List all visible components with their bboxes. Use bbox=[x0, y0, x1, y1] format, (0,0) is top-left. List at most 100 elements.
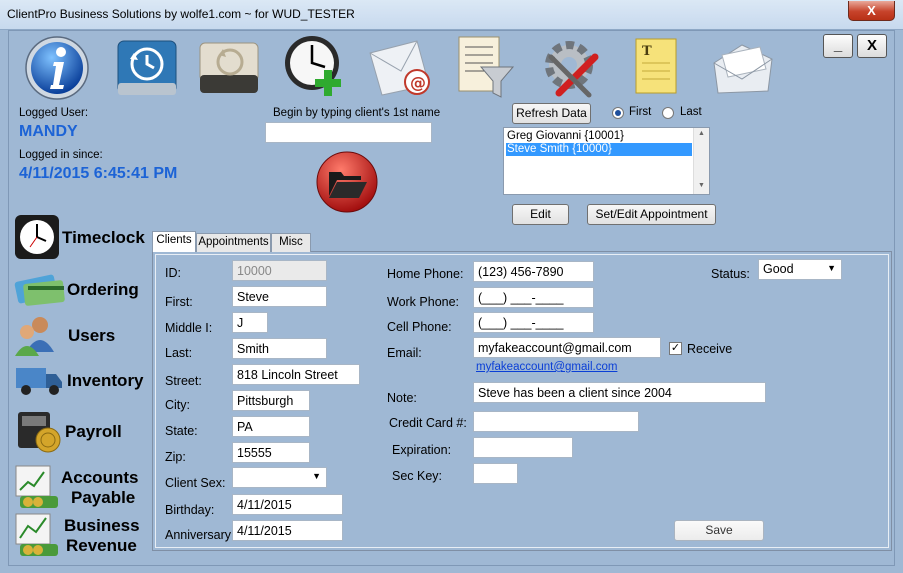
id-field bbox=[232, 260, 327, 281]
sidebar-item-label: Payroll bbox=[65, 422, 122, 441]
logged-since-label: Logged in since: bbox=[19, 149, 103, 161]
street-field[interactable] bbox=[232, 364, 360, 385]
sidebar-item-label-line2: Payable bbox=[71, 488, 136, 507]
tab-clients[interactable]: Clients bbox=[152, 231, 196, 252]
credit-card-label: Credit Card #: bbox=[389, 416, 467, 430]
payroll-icon bbox=[18, 412, 61, 453]
backup-icon[interactable] bbox=[112, 33, 182, 103]
credit-card-field[interactable] bbox=[473, 411, 639, 432]
anniversary-label: Anniversary: bbox=[165, 528, 235, 542]
work-phone-field[interactable] bbox=[473, 287, 594, 308]
email-link[interactable]: myfakeaccount@gmail.com bbox=[476, 361, 617, 373]
middle-initial-field[interactable] bbox=[232, 312, 268, 333]
first-label: First: bbox=[165, 295, 193, 309]
settings-tools-icon[interactable] bbox=[537, 33, 607, 103]
last-name-field[interactable] bbox=[232, 338, 327, 359]
users-icon bbox=[15, 317, 54, 356]
refresh-data-button[interactable]: Refresh Data bbox=[512, 103, 591, 124]
open-folder-icon[interactable] bbox=[315, 150, 379, 214]
email-field[interactable] bbox=[473, 337, 661, 358]
first-name-field[interactable] bbox=[232, 286, 327, 307]
open-mail-icon[interactable] bbox=[708, 33, 778, 103]
ordering-icon bbox=[14, 274, 65, 306]
sidebar-item-label-line1: Accounts bbox=[61, 468, 139, 487]
note-field[interactable] bbox=[473, 382, 766, 403]
save-button[interactable]: Save bbox=[674, 520, 764, 541]
sidebar-item-inventory[interactable]: Inventory bbox=[14, 364, 144, 400]
sidebar-item-ordering[interactable]: Ordering bbox=[14, 272, 144, 310]
anniversary-field[interactable] bbox=[232, 520, 343, 541]
sort-first-radio[interactable] bbox=[612, 107, 624, 119]
receive-checkbox[interactable]: ✓ bbox=[669, 342, 682, 355]
client-sex-select[interactable]: ▼ bbox=[232, 467, 327, 488]
birthday-field[interactable] bbox=[232, 494, 343, 515]
client-sex-label: Client Sex: bbox=[165, 476, 226, 490]
scroll-down-icon[interactable]: ▼ bbox=[698, 182, 705, 189]
sec-key-field[interactable] bbox=[473, 463, 518, 484]
note-label: Note: bbox=[387, 391, 417, 405]
close-button[interactable]: X bbox=[857, 34, 887, 58]
expiration-field[interactable] bbox=[473, 437, 573, 458]
tab-misc[interactable]: Misc bbox=[271, 233, 311, 252]
logged-user-label: Logged User: bbox=[19, 107, 89, 119]
work-phone-label: Work Phone: bbox=[387, 295, 460, 309]
sidebar-item-label: Ordering bbox=[67, 280, 139, 299]
logged-user-value: MANDY bbox=[19, 123, 78, 140]
client-list-item[interactable]: Greg Giovanni {10001} bbox=[506, 130, 692, 143]
sidebar-item-payroll[interactable]: Payroll bbox=[14, 408, 144, 454]
svg-text:@: @ bbox=[410, 73, 426, 92]
window-close-button[interactable]: X bbox=[848, 1, 895, 21]
receive-label: Receive bbox=[687, 342, 733, 356]
edit-button[interactable]: Edit bbox=[512, 204, 569, 225]
sidebar-item-users[interactable]: Users bbox=[14, 314, 144, 356]
add-clock-icon[interactable] bbox=[280, 31, 350, 101]
client-search-input[interactable] bbox=[265, 122, 432, 143]
client-list-scrollbar[interactable]: ▲ ▼ bbox=[693, 128, 709, 194]
email-label: Email: bbox=[387, 346, 422, 360]
sort-first-label: First bbox=[629, 106, 652, 118]
minimize-button[interactable]: _ bbox=[823, 34, 853, 58]
sidebar-item-timeclock[interactable]: Timeclock bbox=[14, 214, 145, 260]
middle-label: Middle I: bbox=[165, 321, 213, 335]
tab-appointments[interactable]: Appointments bbox=[196, 233, 271, 252]
zip-field[interactable] bbox=[232, 442, 310, 463]
sidebar-item-label: Users bbox=[68, 326, 116, 345]
birthday-label: Birthday: bbox=[165, 503, 215, 517]
sidebar-item-accounts-payable[interactable]: Accounts Payable bbox=[14, 464, 144, 512]
status-value: Good bbox=[763, 262, 794, 276]
expiration-label: Expiration: bbox=[392, 443, 452, 457]
sort-last-radio[interactable] bbox=[662, 107, 674, 119]
info-icon[interactable] bbox=[22, 33, 92, 103]
id-label: ID: bbox=[165, 266, 181, 280]
status-select[interactable]: Good ▼ bbox=[758, 259, 842, 280]
client-list[interactable]: Greg Giovanni {10001} Steve Smith {10000… bbox=[503, 127, 710, 195]
sidebar-item-business-revenue[interactable]: Business Revenue bbox=[14, 512, 144, 560]
last-label: Last: bbox=[165, 346, 193, 360]
timeclock-icon bbox=[15, 215, 59, 259]
cell-phone-field[interactable] bbox=[473, 312, 594, 333]
logged-since-value: 4/11/2015 6:45:41 PM bbox=[19, 165, 178, 182]
email-icon[interactable]: @ bbox=[365, 33, 435, 103]
city-field[interactable] bbox=[232, 390, 310, 411]
restore-icon[interactable] bbox=[194, 33, 264, 103]
state-field[interactable] bbox=[232, 416, 310, 437]
notepad-icon[interactable]: T bbox=[622, 33, 692, 103]
status-label: Status: bbox=[711, 267, 750, 281]
client-list-item-selected[interactable]: Steve Smith {10000} bbox=[506, 143, 692, 156]
home-phone-field[interactable] bbox=[473, 261, 594, 282]
state-label: State: bbox=[165, 424, 198, 438]
zip-label: Zip: bbox=[165, 450, 186, 464]
filter-list-icon[interactable] bbox=[451, 33, 521, 103]
set-edit-appointment-button[interactable]: Set/Edit Appointment bbox=[587, 204, 716, 225]
sec-key-label: Sec Key: bbox=[392, 469, 443, 483]
cell-phone-label: Cell Phone: bbox=[387, 320, 452, 334]
window-title: ClientPro Business Solutions by wolfe1.c… bbox=[7, 7, 355, 21]
scroll-up-icon[interactable]: ▲ bbox=[698, 130, 705, 137]
sidebar-item-label: Inventory bbox=[67, 371, 144, 390]
sort-last-label: Last bbox=[680, 106, 702, 118]
street-label: Street: bbox=[165, 374, 202, 388]
chevron-down-icon: ▼ bbox=[827, 263, 836, 273]
sidebar-item-label-line2: Revenue bbox=[66, 536, 137, 555]
sidebar-item-label: Timeclock bbox=[62, 228, 145, 247]
business-revenue-icon bbox=[15, 513, 58, 556]
